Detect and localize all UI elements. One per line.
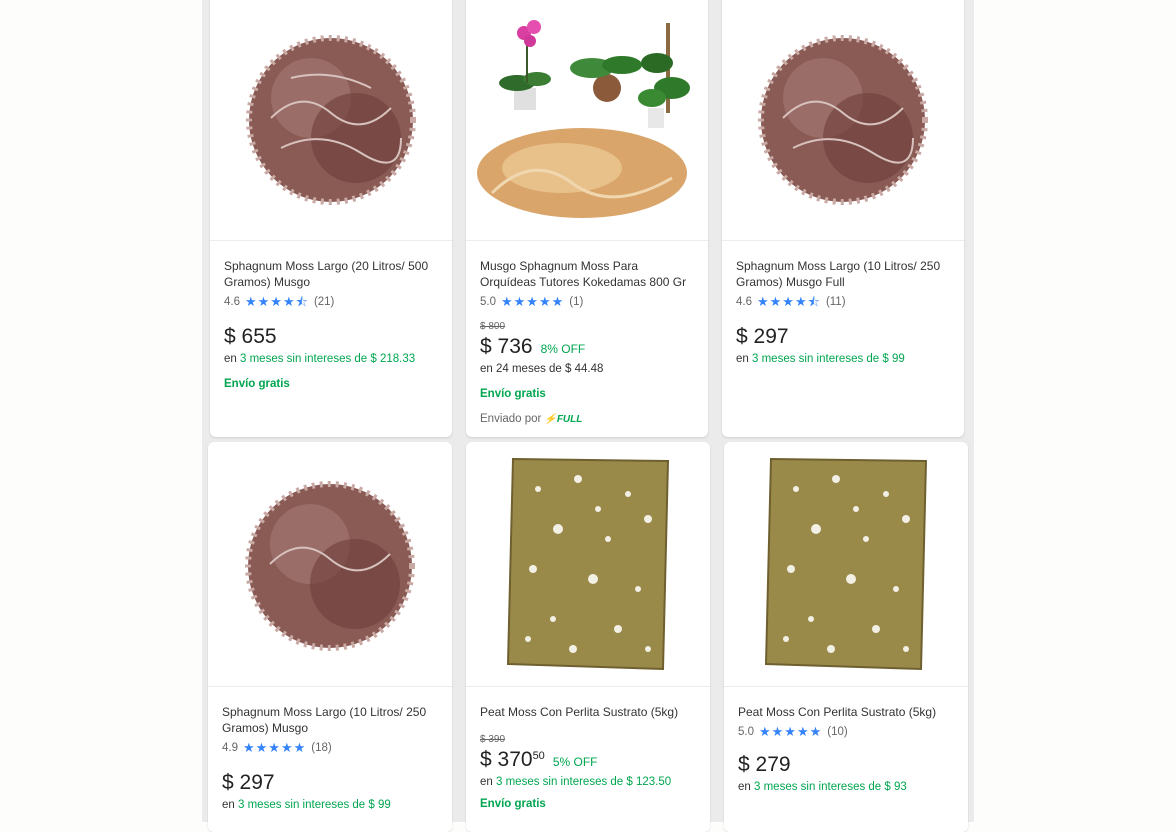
product-card[interactable]: Peat Moss Con Perlita Sustrato (5kg) $ 3… [466,442,710,832]
rating: 5.0 ★★★★★ (10) [738,725,956,739]
review-count: (18) [311,742,332,754]
product-image-peat-moss[interactable] [466,442,710,687]
installments: en 3 meses sin intereses de $ 93 [738,781,907,793]
stars-icon: ★★★★⯪ [245,294,309,309]
product-image-moss-ball[interactable] [722,0,964,241]
review-count: (21) [313,296,335,308]
rating: 5.0 ★★★★★ (1) [480,295,696,309]
stars-icon: ★★★★★ [243,740,307,755]
installments: en 24 meses de $ 44.48 [480,363,604,375]
price: $ 279 [738,753,791,776]
installments: en 3 meses sin intereses de $ 99 [222,799,391,811]
moss-orchid-image [477,19,690,218]
product-card[interactable]: Sphagnum Moss Largo (20 Litros/ 500 Gram… [210,0,452,437]
stars-icon: ★★★★★ [501,294,565,309]
rating-value: 5.0 [738,726,754,738]
price: $ 736 [480,335,533,358]
rating: 4.9 ★★★★★ (18) [222,741,440,755]
moss-ball-image [246,34,416,205]
stars-icon: ★★★★⯪ [757,294,821,309]
product-card[interactable]: Peat Moss Con Perlita Sustrato (5kg) 5.0… [724,442,968,832]
rating: 4.6 ★★★★⯪ (11) [736,295,952,309]
product-image-moss-ball[interactable] [210,0,452,241]
rating: 4.6 ★★★★⯪ (21) [224,295,440,309]
product-title[interactable]: Peat Moss Con Perlita Sustrato (5kg) [480,704,698,720]
product-image-peat-moss[interactable] [724,442,968,687]
old-price: $ 800 [480,321,506,332]
product-title[interactable]: Sphagnum Moss Largo (20 Litros/ 500 Gram… [224,258,440,290]
product-card[interactable]: Sphagnum Moss Largo (10 Litros/ 250 Gram… [722,0,964,437]
rating-value: 4.9 [222,742,238,754]
product-image-moss-plants[interactable] [466,0,708,241]
peat-moss-bag-image [764,457,928,671]
review-count: (1) [569,296,584,308]
stars-icon: ★★★★★ [759,724,823,739]
peat-moss-bag-image [506,457,670,671]
product-title[interactable]: Peat Moss Con Perlita Sustrato (5kg) [738,704,956,720]
price: $ 297 [736,325,789,348]
free-shipping-label: Envío gratis [480,798,546,810]
free-shipping-label: Envío gratis [224,378,290,390]
product-title[interactable]: Sphagnum Moss Largo (10 Litros/ 250 Gram… [736,258,952,290]
installments: en 3 meses sin intereses de $ 123.50 [480,776,672,788]
discount-badge: 8% OFF [540,342,586,356]
free-shipping-label: Envío gratis [480,388,546,400]
product-card[interactable]: Musgo Sphagnum Moss Para Orquídeas Tutor… [466,0,708,437]
price: $ 655 [224,325,277,348]
discount-badge: 5% OFF [552,755,598,769]
price: $ 37050 [480,748,545,771]
product-title[interactable]: Musgo Sphagnum Moss Para Orquídeas Tutor… [480,258,696,290]
results-grid: Sphagnum Moss Largo (20 Litros/ 500 Gram… [202,0,974,832]
installments: en 3 meses sin intereses de $ 99 [736,353,905,365]
old-price: $ 390 [480,734,506,745]
full-badge-icon: ⚡FULL [544,413,583,425]
installments: en 3 meses sin intereses de $ 218.33 [224,353,416,365]
rating-value: 4.6 [224,296,240,308]
rating-value: 5.0 [480,296,496,308]
product-title[interactable]: Sphagnum Moss Largo (10 Litros/ 250 Gram… [222,704,440,736]
review-count: (11) [825,296,846,308]
fulfillment-info: Enviado por ⚡FULL [480,413,583,425]
price-cents: 50 [532,750,545,762]
moss-ball-image [758,34,928,205]
rating-value: 4.6 [736,296,752,308]
moss-ball-image [245,481,415,651]
product-image-moss-ball[interactable] [208,442,452,687]
product-card[interactable]: Sphagnum Moss Largo (10 Litros/ 250 Gram… [208,442,452,832]
price: $ 297 [222,771,275,794]
review-count: (10) [827,726,848,738]
